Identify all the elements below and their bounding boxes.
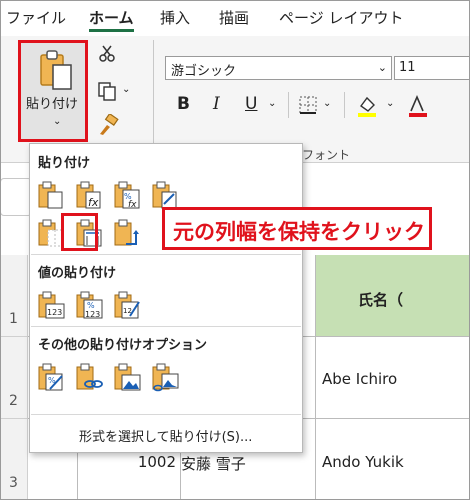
- borders-chevron-icon[interactable]: ⌄: [323, 98, 331, 109]
- name-box[interactable]: [0, 178, 32, 216]
- ribbon-separator: [288, 92, 289, 118]
- svg-text:123: 123: [47, 308, 62, 317]
- paste-dropdown-chevron-icon[interactable]: ⌄: [53, 116, 61, 127]
- fill-color-chevron-icon[interactable]: ⌄: [386, 98, 394, 109]
- copy-chevron-icon[interactable]: ⌄: [122, 84, 130, 95]
- paste-values-number-format-icon[interactable]: %123: [74, 290, 104, 320]
- fill-color-icon[interactable]: [356, 94, 378, 118]
- cell-romaji-3[interactable]: Ando Yukik: [316, 419, 470, 500]
- underline-button[interactable]: U: [245, 94, 257, 114]
- borders-icon[interactable]: [298, 95, 318, 115]
- active-tab-indicator: [89, 29, 134, 32]
- font-size-value: 11: [399, 60, 416, 75]
- tab-file[interactable]: ファイル: [6, 7, 66, 28]
- paste-keep-source-formatting-icon[interactable]: [150, 180, 180, 210]
- header-cell-name[interactable]: 氏名（: [316, 255, 470, 337]
- row-header-1[interactable]: 1: [0, 255, 28, 337]
- paste-special-item[interactable]: 形式を選択して貼り付け(S)...: [79, 426, 252, 445]
- menu-divider: [31, 254, 301, 255]
- instruction-callout: 元の列幅を保持をクリック: [162, 207, 432, 250]
- tab-home[interactable]: ホーム: [89, 7, 134, 28]
- other-paste-options-heading: その他の貼り付けオプション: [38, 338, 208, 353]
- keep-column-widths-highlight: [61, 213, 98, 251]
- svg-text:123: 123: [85, 310, 100, 319]
- font-name-value: 游ゴシック: [171, 64, 237, 79]
- tab-page-layout[interactable]: ページ レイアウト: [279, 7, 403, 28]
- paste-icon[interactable]: [36, 180, 66, 210]
- paste-link-icon[interactable]: [74, 362, 104, 392]
- ribbon-separator: [153, 40, 154, 148]
- paste-section-heading: 貼り付け: [38, 156, 91, 171]
- paste-values-section-heading: 値の貼り付け: [38, 266, 117, 281]
- font-color-icon[interactable]: [407, 94, 427, 118]
- row-header-2[interactable]: 2: [0, 337, 28, 419]
- tab-draw[interactable]: 描画: [219, 7, 249, 28]
- paste-linked-picture-icon[interactable]: [150, 362, 180, 392]
- bold-button[interactable]: B: [177, 94, 190, 114]
- copy-icon[interactable]: [97, 81, 117, 101]
- cut-icon[interactable]: [98, 45, 116, 63]
- font-group-label: フォント: [302, 148, 351, 162]
- ribbon-separator: [344, 92, 345, 118]
- menu-divider: [31, 326, 301, 327]
- paste-formatting-icon[interactable]: %: [36, 362, 66, 392]
- paste-picture-icon[interactable]: [112, 362, 142, 392]
- font-size-select[interactable]: 11: [394, 56, 470, 80]
- underline-chevron-icon[interactable]: ⌄: [268, 98, 276, 109]
- tab-insert[interactable]: 挿入: [160, 7, 190, 28]
- ribbon-tabs: ファイル ホーム 挿入 描画 ページ レイアウト: [0, 0, 470, 36]
- paste-values-icon[interactable]: 123: [36, 290, 66, 320]
- instruction-callout-text: 元の列幅を保持をクリック: [173, 220, 425, 244]
- paste-formulas-number-format-icon[interactable]: %fx: [112, 180, 142, 210]
- paste-transpose-icon[interactable]: [112, 218, 142, 248]
- row-header-3[interactable]: 3: [0, 419, 28, 500]
- format-painter-icon[interactable]: [97, 114, 119, 136]
- font-name-select[interactable]: 游ゴシック ⌄: [165, 56, 392, 80]
- paste-button-label: 貼り付け: [26, 97, 79, 112]
- paste-options-menu: 貼り付け fx % fx 値の貼り付け 123 % 123 12 その他の貼り付…: [29, 143, 303, 453]
- svg-text:%: %: [87, 301, 95, 310]
- clipboard-icon: [40, 50, 72, 90]
- chevron-down-icon: ⌄: [377, 61, 387, 74]
- svg-text:fx: fx: [88, 196, 99, 209]
- italic-button[interactable]: I: [213, 94, 220, 114]
- paste-values-source-formatting-icon[interactable]: 12: [112, 290, 142, 320]
- svg-text:fx: fx: [128, 200, 137, 210]
- menu-divider: [31, 414, 301, 415]
- paste-formulas-icon[interactable]: fx: [74, 180, 104, 210]
- cell-romaji-2[interactable]: Abe Ichiro: [316, 337, 470, 419]
